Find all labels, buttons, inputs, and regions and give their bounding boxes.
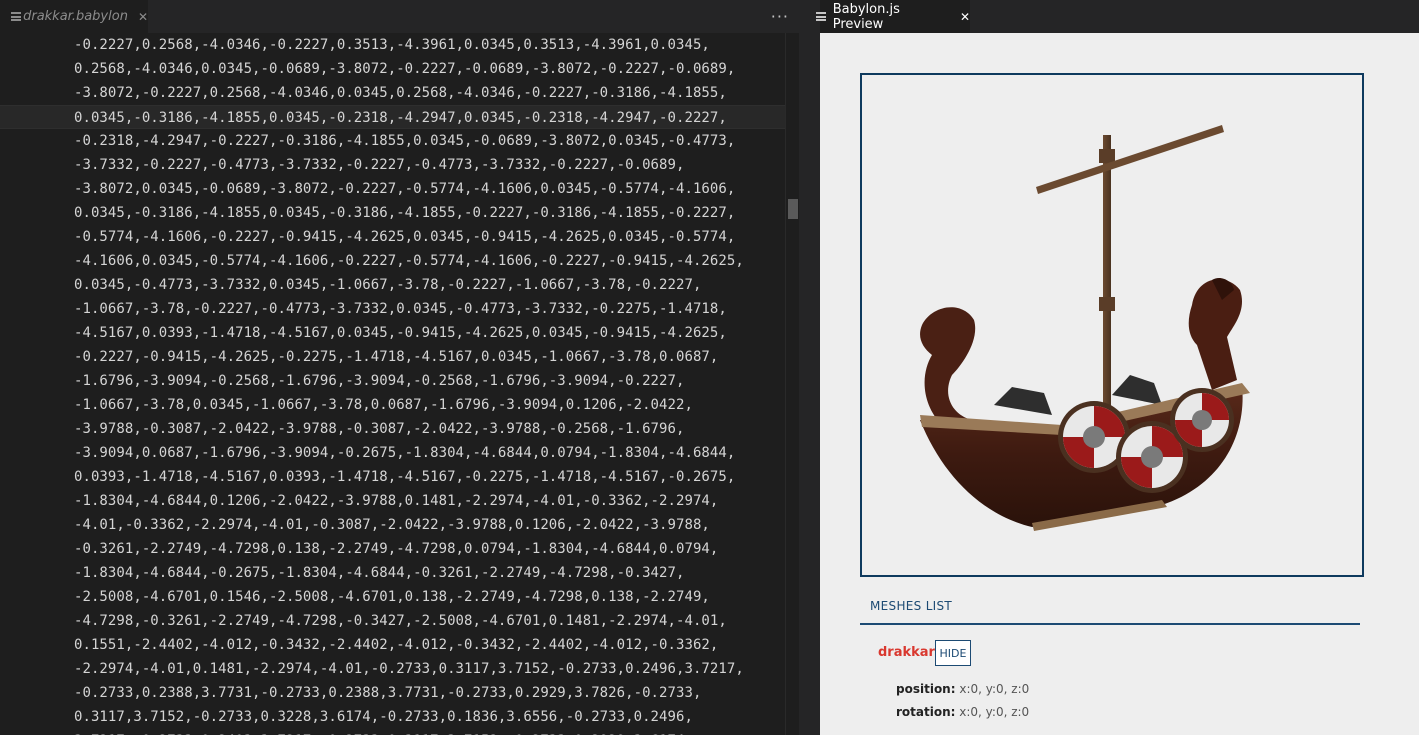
code-line-text: 0.0345,-0.3186,-4.1855,0.0345,-0.2318,-4… [74, 110, 727, 126]
code-line-text: -3.9788,-0.3087,-2.0422,-3.9788,-0.3087,… [74, 421, 685, 437]
position-label: position: [896, 682, 956, 696]
code-line[interactable]: 0.0345,-0.3186,-4.1855,0.0345,-0.3186,-4… [0, 201, 785, 225]
code-line-text: 0.0345,-0.3186,-4.1855,0.0345,-0.3186,-4… [74, 205, 736, 221]
code-line-text: 0.0345,-0.4773,-3.7332,0.0345,-1.0667,-3… [74, 277, 702, 293]
position-value: x:0, y:0, z:0 [959, 682, 1030, 696]
render-canvas[interactable] [860, 73, 1364, 577]
meshes-list-divider [860, 623, 1360, 625]
code-line-text: -3.9094,0.0687,-1.6796,-3.9094,-0.2675,-… [74, 445, 736, 461]
tab-babylon-preview[interactable]: Babylon.js Preview ✕ [816, 0, 970, 33]
code-line[interactable]: -3.8072,-0.2227,0.2568,-4.0346,0.0345,0.… [0, 81, 785, 105]
code-line[interactable]: -1.6796,-3.9094,-0.2568,-1.6796,-3.9094,… [0, 369, 785, 393]
code-line[interactable]: 3.7217,-0.2733,0.2403,3.7217,-0.2733,0.3… [0, 729, 785, 735]
code-line-text: -4.7298,-0.3261,-2.2749,-4.7298,-0.3427,… [74, 613, 727, 629]
shield-3 [1170, 388, 1234, 452]
editor-tab-bar: drakkar.babylon ✕ ··· [0, 0, 799, 33]
scrollbar-thumb[interactable] [788, 199, 798, 219]
code-line-text: 3.7217,-0.2733,0.2403,3.7217,-0.2733,0.3… [74, 729, 693, 735]
code-line-text: -1.0667,-3.78,-0.2227,-0.4773,-3.7332,0.… [74, 301, 727, 317]
vertical-scrollbar[interactable] [785, 33, 799, 735]
menu-icon [11, 12, 21, 21]
code-line-text: -2.2974,-4.01,0.1481,-2.2974,-4.01,-0.27… [74, 661, 744, 677]
rotation-value: x:0, y:0, z:0 [959, 705, 1030, 719]
babylon-preview-pane: Babylon.js Preview ✕ MESHES LIST drakkar… [816, 0, 1419, 735]
code-line[interactable]: -0.2318,-4.2947,-0.2227,-0.3186,-4.1855,… [0, 129, 785, 153]
code-line[interactable]: -1.8304,-4.6844,-0.2675,-1.8304,-4.6844,… [0, 561, 785, 585]
code-line[interactable]: 0.0345,-0.3186,-4.1855,0.0345,-0.2318,-4… [0, 105, 785, 129]
code-line[interactable]: -1.0667,-3.78,-0.2227,-0.4773,-3.7332,0.… [0, 297, 785, 321]
code-line-text: -0.2227,-0.9415,-4.2625,-0.2275,-1.4718,… [74, 349, 719, 365]
code-line-text: -1.8304,-4.6844,0.1206,-2.0422,-3.9788,0… [74, 493, 719, 509]
code-line-text: -1.8304,-4.6844,-0.2675,-1.8304,-4.6844,… [74, 565, 685, 581]
code-line-text: -0.2733,0.2388,3.7731,-0.2733,0.2388,3.7… [74, 685, 702, 701]
code-line[interactable]: -2.2974,-4.01,0.1481,-2.2974,-4.01,-0.27… [0, 657, 785, 681]
preview-tab-bar: Babylon.js Preview ✕ [816, 0, 1419, 33]
code-line-text: -0.5774,-4.1606,-0.2227,-0.9415,-4.2625,… [74, 229, 736, 245]
code-line[interactable]: -3.9788,-0.3087,-2.0422,-3.9788,-0.3087,… [0, 417, 785, 441]
close-icon[interactable]: ✕ [960, 10, 970, 24]
code-area[interactable]: -0.2227,0.2568,-4.0346,-0.2227,0.3513,-4… [0, 33, 785, 735]
code-line-text: -0.2227,0.2568,-4.0346,-0.2227,0.3513,-4… [74, 37, 710, 53]
code-line[interactable]: -4.7298,-0.3261,-2.2749,-4.7298,-0.3427,… [0, 609, 785, 633]
hide-mesh-button[interactable]: HIDE [935, 640, 971, 666]
code-line[interactable]: -0.2733,0.2388,3.7731,-0.2733,0.2388,3.7… [0, 681, 785, 705]
mesh-rotation: rotation: x:0, y:0, z:0 [896, 705, 1029, 719]
menu-icon [816, 12, 826, 21]
code-line-text: -4.1606,0.0345,-0.5774,-4.1606,-0.2227,-… [74, 253, 744, 269]
code-line-text: 0.3117,3.7152,-0.2733,0.3228,3.6174,-0.2… [74, 709, 693, 725]
code-line[interactable]: 0.0345,-0.4773,-3.7332,0.0345,-1.0667,-3… [0, 273, 785, 297]
meshes-list-title: MESHES LIST [870, 599, 953, 613]
code-line[interactable]: -0.3261,-2.2749,-4.7298,0.138,-2.2749,-4… [0, 537, 785, 561]
code-line[interactable]: 0.0393,-1.4718,-4.5167,0.0393,-1.4718,-4… [0, 465, 785, 489]
code-line-text: -3.8072,-0.2227,0.2568,-4.0346,0.0345,0.… [74, 85, 727, 101]
close-icon[interactable]: ✕ [138, 10, 148, 24]
code-line-text: 0.2568,-4.0346,0.0345,-0.0689,-3.8072,-0… [74, 61, 736, 77]
code-line[interactable]: -0.5774,-4.1606,-0.2227,-0.9415,-4.2625,… [0, 225, 785, 249]
more-actions-icon[interactable]: ··· [771, 7, 789, 26]
code-line-text: -2.5008,-4.6701,0.1546,-2.5008,-4.6701,0… [74, 589, 710, 605]
code-line-text: -1.0667,-3.78,0.0345,-1.0667,-3.78,0.068… [74, 397, 693, 413]
code-line-text: -3.7332,-0.2227,-0.4773,-3.7332,-0.2227,… [74, 157, 685, 173]
code-line[interactable]: -0.2227,0.2568,-4.0346,-0.2227,0.3513,-4… [0, 33, 785, 57]
code-line[interactable]: -3.9094,0.0687,-1.6796,-3.9094,-0.2675,-… [0, 441, 785, 465]
code-line[interactable]: -1.0667,-3.78,0.0345,-1.0667,-3.78,0.068… [0, 393, 785, 417]
code-line[interactable]: 0.2568,-4.0346,0.0345,-0.0689,-3.8072,-0… [0, 57, 785, 81]
pane-splitter[interactable] [799, 0, 820, 735]
code-line[interactable]: -0.2227,-0.9415,-4.2625,-0.2275,-1.4718,… [0, 345, 785, 369]
code-line-text: 0.0393,-1.4718,-4.5167,0.0393,-1.4718,-4… [74, 469, 736, 485]
code-line[interactable]: -4.1606,0.0345,-0.5774,-4.1606,-0.2227,-… [0, 249, 785, 273]
code-line-text: 0.1551,-2.4402,-4.012,-0.3432,-2.4402,-4… [74, 637, 719, 653]
rotation-label: rotation: [896, 705, 956, 719]
code-line-text: -0.3261,-2.2749,-4.7298,0.138,-2.2749,-4… [74, 541, 719, 557]
code-line[interactable]: -4.01,-0.3362,-2.2974,-4.01,-0.3087,-2.0… [0, 513, 785, 537]
mesh-position: position: x:0, y:0, z:0 [896, 682, 1029, 696]
code-line-text: -4.5167,0.0393,-1.4718,-4.5167,0.0345,-0… [74, 325, 727, 341]
code-line-text: -4.01,-0.3362,-2.2974,-4.01,-0.3087,-2.0… [74, 517, 710, 533]
tab-title: drakkar.babylon [23, 9, 128, 24]
code-editor-pane: drakkar.babylon ✕ ··· -0.2227,0.2568,-4.… [0, 0, 799, 735]
code-line[interactable]: -3.8072,0.0345,-0.0689,-3.8072,-0.2227,-… [0, 177, 785, 201]
code-line-text: -0.2318,-4.2947,-0.2227,-0.3186,-4.1855,… [74, 133, 736, 149]
code-line[interactable]: -3.7332,-0.2227,-0.4773,-3.7332,-0.2227,… [0, 153, 785, 177]
tab-drakkar-babylon[interactable]: drakkar.babylon ✕ [0, 0, 148, 33]
code-line[interactable]: -4.5167,0.0393,-1.4718,-4.5167,0.0345,-0… [0, 321, 785, 345]
code-line-text: -3.8072,0.0345,-0.0689,-3.8072,-0.2227,-… [74, 181, 736, 197]
mesh-name: drakkar [878, 645, 935, 660]
tab-title: Babylon.js Preview [832, 1, 900, 32]
code-line[interactable]: 0.1551,-2.4402,-4.012,-0.3432,-2.4402,-4… [0, 633, 785, 657]
drakkar-ship-render [920, 125, 1250, 531]
code-line[interactable]: 0.3117,3.7152,-0.2733,0.3228,3.6174,-0.2… [0, 705, 785, 729]
code-line-text: -1.6796,-3.9094,-0.2568,-1.6796,-3.9094,… [74, 373, 685, 389]
code-line[interactable]: -2.5008,-4.6701,0.1546,-2.5008,-4.6701,0… [0, 585, 785, 609]
code-line[interactable]: -1.8304,-4.6844,0.1206,-2.0422,-3.9788,0… [0, 489, 785, 513]
